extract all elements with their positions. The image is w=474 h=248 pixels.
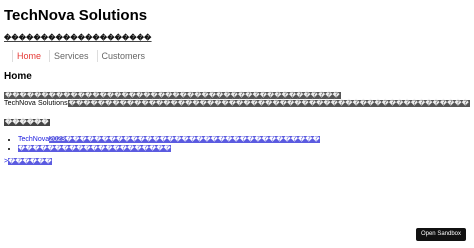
site-title: TechNova Solutions: [4, 7, 148, 24]
more-link[interactable]: >������: [4, 157, 470, 166]
site-tagline: ��������������������: [4, 34, 470, 43]
list-item-link[interactable]: 2023�����������������������������������: [49, 136, 320, 143]
news-list: TechNova2023����������������������������…: [18, 135, 470, 153]
tagline-text: ��������������������: [4, 35, 152, 42]
nav-item-services[interactable]: Services: [49, 50, 93, 62]
company-name-text: TechNova Solutions: [4, 100, 68, 107]
garbled-text: ����������������������������������������…: [67, 100, 470, 107]
more-link-text[interactable]: ������: [8, 158, 52, 165]
nav-item-home[interactable]: Home: [12, 50, 45, 62]
list-item[interactable]: ���������������������: [18, 144, 470, 153]
paragraph-line-1: ����������������������������������������…: [4, 92, 470, 100]
list-item[interactable]: TechNova2023����������������������������…: [18, 135, 470, 144]
list-item-link[interactable]: ���������������������: [18, 145, 171, 152]
page-heading: Home: [4, 71, 32, 82]
paragraph-line-2: TechNova Solutions����������������������…: [4, 100, 470, 108]
open-sandbox-button[interactable]: Open Sandbox: [415, 228, 466, 241]
main-navigation: Home Services Customers: [12, 50, 470, 62]
nav-item-customers[interactable]: Customers: [96, 50, 150, 62]
subheading-text: ������: [4, 119, 50, 126]
garbled-text: ����������������������������������������…: [4, 92, 341, 99]
section-subheading: ������: [4, 119, 470, 127]
page: TechNova Solutions �������������������� …: [0, 0, 474, 248]
intro-paragraph: ����������������������������������������…: [4, 92, 470, 108]
list-item-lead[interactable]: TechNova: [18, 136, 49, 143]
